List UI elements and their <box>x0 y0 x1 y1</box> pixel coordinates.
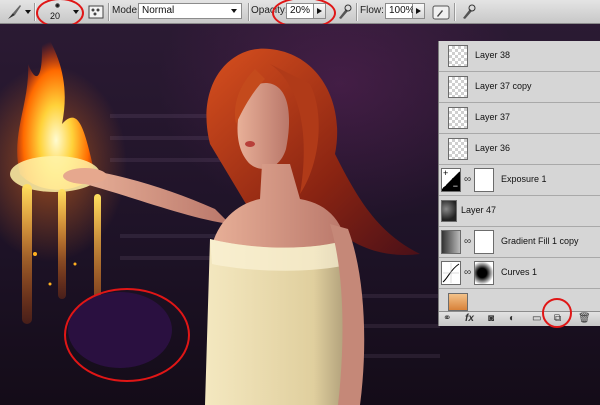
layer-row-partial[interactable] <box>439 289 600 311</box>
layer-row[interactable]: Layer 37 copy <box>439 72 600 103</box>
layer-row[interactable]: ∞ Curves 1 <box>439 258 600 289</box>
pressure-opacity-icon[interactable] <box>334 2 354 22</box>
layer-thumbnail <box>448 76 468 98</box>
separator <box>248 3 249 21</box>
gradient-icon <box>441 230 461 254</box>
tool-preset-arrow-icon[interactable] <box>25 10 31 14</box>
curves-icon <box>441 261 461 285</box>
layer-name: Layer 37 copy <box>475 81 532 91</box>
new-layer-highlight-ring <box>542 298 572 328</box>
layer-mask-thumbnail[interactable] <box>474 230 494 254</box>
layer-name: Curves 1 <box>501 267 538 277</box>
layer-row[interactable]: Layer 47 <box>439 196 600 227</box>
chain-link-icon[interactable]: ∞ <box>464 236 471 247</box>
separator <box>356 3 357 21</box>
flow-input[interactable]: 100% <box>385 3 415 19</box>
brush-tool-icon[interactable] <box>4 2 24 22</box>
trash-icon[interactable]: 🗑 <box>578 313 591 325</box>
layer-name: Exposure 1 <box>501 174 547 184</box>
layer-mask-thumbnail[interactable] <box>474 261 494 285</box>
layer-row[interactable]: Layer 36 <box>439 134 600 165</box>
fx-icon[interactable]: fx <box>465 313 474 325</box>
layers-panel-footer: ⚭ fx ◙ ◐ ▭ ⧉ 🗑 <box>439 311 600 326</box>
layer-name: Gradient Fill 1 copy <box>501 236 579 246</box>
adjustment-icon[interactable]: ◐ <box>509 313 515 325</box>
separator <box>108 3 109 21</box>
layer-name: Layer 38 <box>475 50 511 60</box>
options-bar: 20 Mode: Normal Opacity: 20% Flow: 100% <box>0 0 600 29</box>
airbrush-icon[interactable] <box>431 2 451 22</box>
swatch-highlight-ring <box>64 288 190 382</box>
layer-thumbnail <box>448 107 468 129</box>
separator <box>454 3 455 21</box>
mode-label: Mode: <box>112 5 140 16</box>
mask-icon[interactable]: ◙ <box>488 313 494 325</box>
layer-thumbnail <box>448 45 468 67</box>
folder-icon[interactable]: ▭ <box>532 313 541 325</box>
layer-row[interactable]: Layer 37 <box>439 103 600 134</box>
flow-slider-arrow-icon[interactable] <box>413 3 425 19</box>
mode-dropdown-arrow-icon[interactable] <box>231 9 237 13</box>
separator <box>34 3 35 21</box>
exposure-icon: + − <box>441 168 461 192</box>
layer-row[interactable]: ∞ Gradient Fill 1 copy <box>439 227 600 258</box>
pressure-size-icon[interactable] <box>458 2 478 22</box>
layer-mask-thumbnail[interactable] <box>474 168 494 192</box>
brush-panel-toggle-icon[interactable] <box>86 2 106 22</box>
layer-thumbnail <box>448 293 468 311</box>
layer-thumbnail <box>448 138 468 160</box>
layer-name: Layer 37 <box>475 112 511 122</box>
layer-name: Layer 36 <box>475 143 511 153</box>
layer-row[interactable]: + − ∞ Exposure 1 <box>439 165 600 196</box>
link-icon[interactable]: ⚭ <box>443 313 451 325</box>
layers-panel: Layer 38 Layer 37 copy Layer 37 Layer 36… <box>438 41 600 326</box>
flow-label: Flow: <box>360 5 384 16</box>
layer-name: Layer 47 <box>461 205 497 215</box>
layer-row[interactable]: Layer 38 <box>439 41 600 72</box>
chain-link-icon[interactable]: ∞ <box>464 174 471 185</box>
layer-thumbnail <box>441 200 457 222</box>
mode-select[interactable]: Normal <box>138 3 242 19</box>
chain-link-icon[interactable]: ∞ <box>464 267 471 278</box>
